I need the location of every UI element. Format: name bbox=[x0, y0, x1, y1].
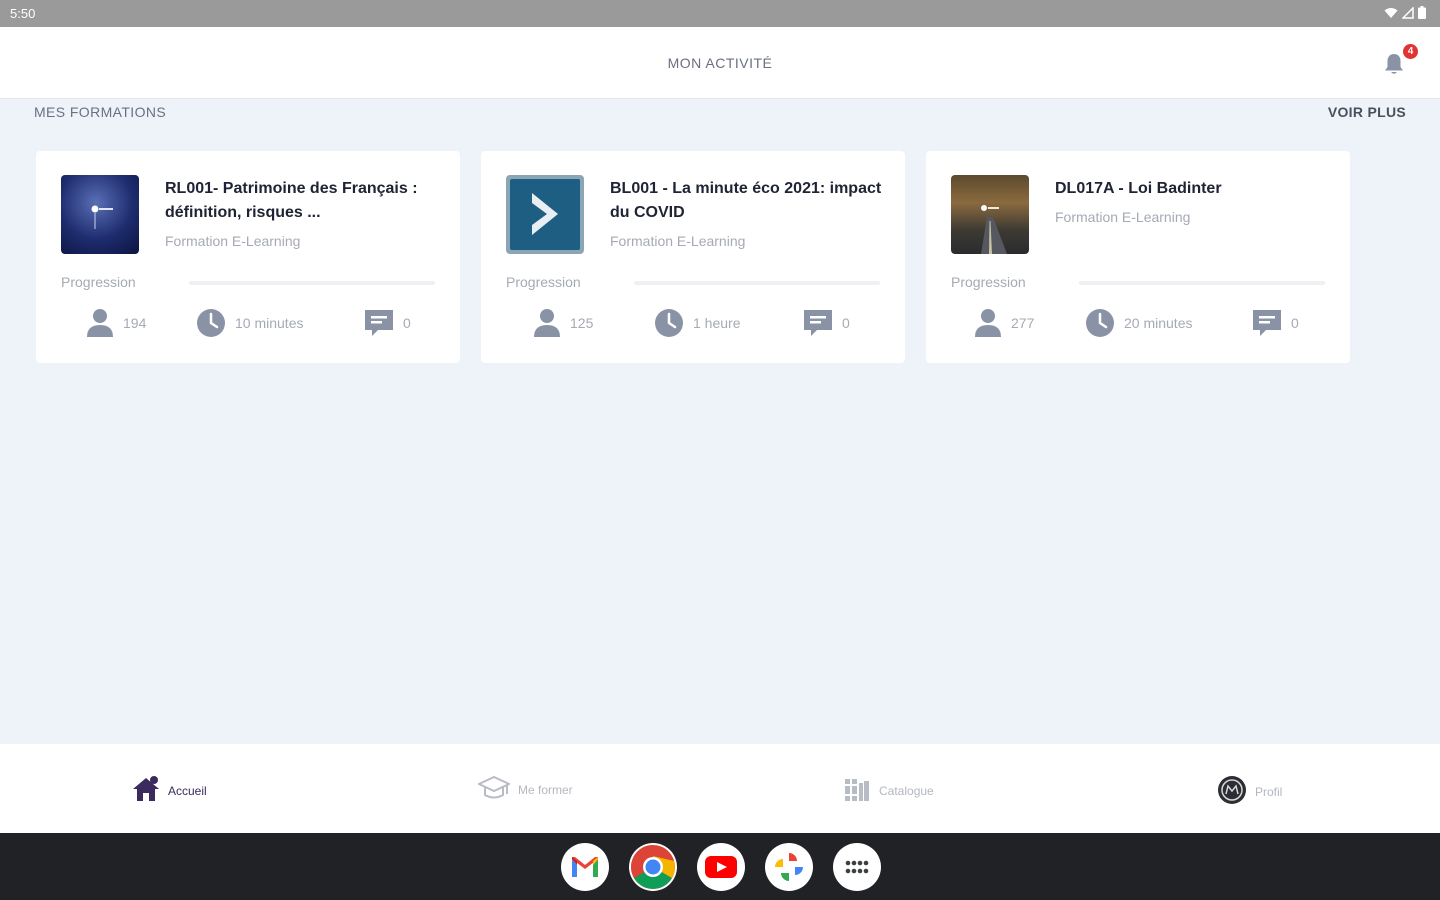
graduation-cap-icon bbox=[476, 775, 512, 804]
dock-apps bbox=[561, 843, 881, 891]
course-title: DL017A - Loi Badinter bbox=[1055, 180, 1222, 197]
progress-label: Progression bbox=[951, 274, 1026, 290]
home-icon bbox=[132, 775, 160, 806]
course-card[interactable]: RL001- Patrimoine des Français : définit… bbox=[36, 151, 460, 363]
comments-count: 0 bbox=[1291, 315, 1299, 331]
course-type: Formation E-Learning bbox=[610, 233, 746, 249]
duration-value: 1 heure bbox=[693, 315, 741, 331]
learners-count: 277 bbox=[1011, 315, 1035, 331]
nav-label: Catalogue bbox=[879, 783, 934, 798]
play-chevron-thumbnail bbox=[506, 175, 584, 254]
page-title: MON ACTIVITÉ bbox=[667, 55, 773, 71]
learners-stat: 194 bbox=[86, 308, 146, 338]
learners-stat: 277 bbox=[974, 308, 1034, 338]
progress-label: Progression bbox=[506, 274, 581, 290]
duration-value: 10 minutes bbox=[235, 315, 304, 331]
notification-badge: 4 bbox=[1403, 44, 1418, 59]
app-launcher-icon[interactable] bbox=[833, 843, 881, 891]
nav-item-accueil[interactable]: Accueil bbox=[132, 775, 207, 806]
progress-bar bbox=[1079, 281, 1325, 285]
avatar-icon bbox=[1217, 775, 1247, 808]
clock-icon bbox=[196, 308, 226, 338]
wifi-icon bbox=[1384, 7, 1398, 22]
system-dock bbox=[0, 833, 1440, 900]
course-card[interactable]: BL001 - La minute éco 2021: impact du CO… bbox=[481, 151, 905, 363]
learners-count: 125 bbox=[570, 315, 594, 331]
comment-icon bbox=[1252, 308, 1282, 338]
nav-item-profil[interactable]: Profil bbox=[1217, 775, 1282, 808]
bell-icon[interactable] bbox=[1383, 52, 1405, 76]
learners-stat: 125 bbox=[533, 308, 593, 338]
bottom-navigation: Accueil Me former Catalogue Profil bbox=[0, 744, 1440, 833]
library-icon bbox=[843, 775, 871, 806]
course-type: Formation E-Learning bbox=[1055, 209, 1191, 225]
nav-item-catalogue[interactable]: Catalogue bbox=[843, 775, 934, 806]
comments-stat: 0 bbox=[803, 308, 850, 338]
user-icon bbox=[86, 308, 114, 338]
app-header: MON ACTIVITÉ 4 bbox=[0, 27, 1440, 99]
status-bar: 5:50 bbox=[0, 0, 1440, 27]
duration-value: 20 minutes bbox=[1124, 315, 1193, 331]
signal-icon bbox=[1401, 5, 1414, 22]
comments-stat: 0 bbox=[1252, 308, 1299, 338]
photos-icon[interactable] bbox=[765, 843, 813, 891]
course-type: Formation E-Learning bbox=[165, 233, 301, 249]
battery-icon bbox=[1418, 6, 1426, 22]
comments-count: 0 bbox=[403, 315, 411, 331]
youtube-icon[interactable] bbox=[697, 843, 745, 891]
clock-icon bbox=[654, 308, 684, 338]
learners-count: 194 bbox=[123, 315, 147, 331]
progress-bar bbox=[634, 281, 880, 285]
comment-icon bbox=[364, 308, 394, 338]
status-time: 5:50 bbox=[10, 6, 36, 21]
system-icons bbox=[1384, 5, 1426, 22]
user-icon bbox=[974, 308, 1002, 338]
comments-count: 0 bbox=[842, 315, 850, 331]
course-title: RL001- Patrimoine des Français : définit… bbox=[165, 180, 418, 221]
duration-stat: 20 minutes bbox=[1085, 308, 1192, 338]
gmail-icon[interactable] bbox=[561, 843, 609, 891]
comment-icon bbox=[803, 308, 833, 338]
road-thumbnail bbox=[951, 175, 1029, 254]
see-more-link[interactable]: VOIR PLUS bbox=[1328, 104, 1406, 120]
course-cards: RL001- Patrimoine des Français : définit… bbox=[36, 151, 1350, 363]
duration-stat: 1 heure bbox=[654, 308, 740, 338]
nav-label: Accueil bbox=[168, 783, 207, 798]
user-icon bbox=[533, 308, 561, 338]
night-sky-thumbnail bbox=[61, 175, 139, 254]
clock-icon bbox=[1085, 308, 1115, 338]
nav-item-me-former[interactable]: Me former bbox=[476, 775, 573, 804]
chrome-icon[interactable] bbox=[629, 843, 677, 891]
course-title: BL001 - La minute éco 2021: impact du CO… bbox=[610, 180, 882, 221]
progress-label: Progression bbox=[61, 274, 136, 290]
progress-bar bbox=[189, 281, 435, 285]
section-title: MES FORMATIONS bbox=[34, 104, 167, 120]
comments-stat: 0 bbox=[364, 308, 411, 338]
nav-label: Me former bbox=[518, 782, 573, 797]
nav-label: Profil bbox=[1255, 784, 1283, 799]
course-card[interactable]: DL017A - Loi Badinter Formation E-Learni… bbox=[926, 151, 1350, 363]
duration-stat: 10 minutes bbox=[196, 308, 303, 338]
